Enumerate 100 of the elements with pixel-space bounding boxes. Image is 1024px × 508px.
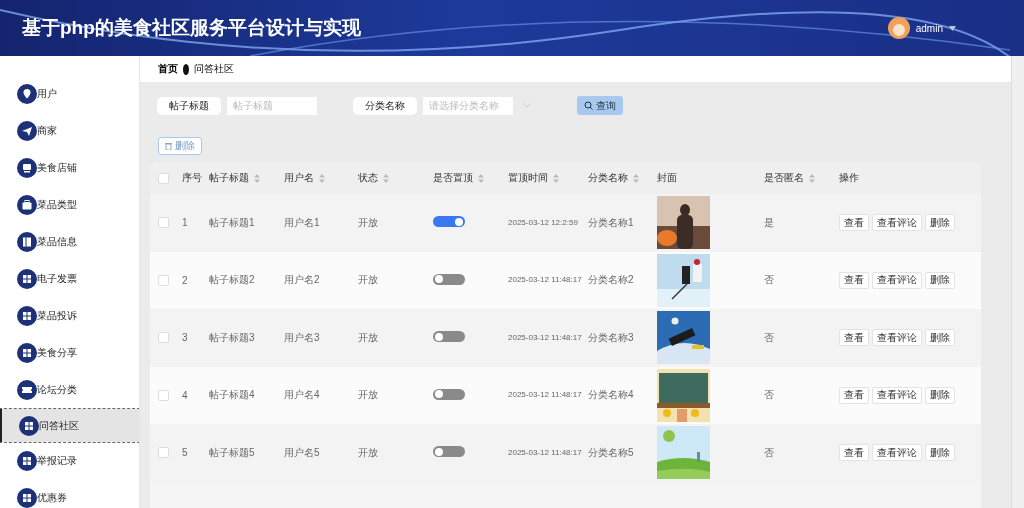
- table-cell-text: 5: [182, 447, 189, 459]
- input-field[interactable]: 帖子标题: [227, 96, 317, 115]
- location-icon: [17, 84, 37, 104]
- scrollbar[interactable]: [1011, 56, 1024, 508]
- action-button[interactable]: 删除: [925, 271, 955, 289]
- action-button[interactable]: 查看评论: [872, 214, 922, 232]
- checkbox[interactable]: [158, 389, 169, 401]
- sidebar-item[interactable]: 商家: [0, 121, 139, 141]
- sidebar-item[interactable]: 菜品类型: [0, 195, 139, 215]
- monitor-icon: [17, 158, 37, 178]
- user-name[interactable]: admin: [915, 22, 943, 34]
- column-header: 是否置顶: [433, 171, 473, 185]
- sidebar-item[interactable]: 问答社区: [0, 409, 139, 442]
- table-cell-text: 分类名称2: [588, 273, 635, 288]
- sidebar-item[interactable]: 用户: [0, 84, 139, 104]
- table-cell-text: 用户名4: [284, 388, 321, 403]
- breadcrumb-current: 问答社区: [194, 62, 234, 76]
- sort-icon[interactable]: [478, 173, 484, 183]
- sidebar-item[interactable]: 菜品投诉: [0, 306, 139, 326]
- action-button[interactable]: 查看: [839, 214, 869, 232]
- table-cell-text: 用户名5: [284, 445, 321, 460]
- sidebar-item[interactable]: 优惠券: [0, 488, 139, 508]
- table-cell-text: 帖子标题3: [209, 330, 256, 345]
- checkbox[interactable]: [158, 447, 169, 459]
- action-button[interactable]: 查看评论: [872, 271, 922, 289]
- caret-icon[interactable]: [949, 25, 956, 31]
- breadcrumb-link[interactable]: 首页: [158, 62, 178, 76]
- table-cell-text: 2: [182, 274, 189, 286]
- avatar-icon: [887, 17, 910, 39]
- sort-icon[interactable]: [809, 173, 815, 183]
- grid-icon: [19, 415, 39, 436]
- action-button[interactable]: 查看: [839, 386, 869, 404]
- search-button[interactable]: 查询: [577, 96, 623, 115]
- table-cell-text: 否: [764, 445, 775, 460]
- table-cell-text: 2025-03-12 11:48:17: [508, 274, 583, 287]
- sidebar-item[interactable]: 论坛分类: [0, 380, 139, 400]
- action-button[interactable]: 删除: [925, 444, 955, 462]
- sort-icon[interactable]: [383, 173, 389, 183]
- field-label[interactable]: 帖子标题: [157, 96, 221, 115]
- sort-icon[interactable]: [319, 173, 325, 183]
- action-button[interactable]: 查看评论: [872, 386, 922, 404]
- separator-icon: [183, 63, 189, 75]
- action-button[interactable]: 查看评论: [872, 329, 922, 347]
- ticket-icon: [17, 380, 37, 400]
- grid-icon: [17, 269, 37, 289]
- book-icon: [17, 232, 37, 252]
- checkbox[interactable]: [158, 274, 169, 286]
- chevron-icon[interactable]: [523, 103, 531, 108]
- column-header: 序号: [182, 171, 202, 185]
- sidebar-item[interactable]: 美食店铺: [0, 158, 139, 178]
- table-cell-text: 2025-03-12 11:48:17: [508, 331, 583, 344]
- toggle-switch[interactable]: [433, 273, 465, 285]
- table-cell-text: 否: [764, 330, 775, 345]
- grid-icon: [17, 306, 37, 326]
- app-title: 基于php的美食社区服务平台设计与实现: [22, 16, 361, 40]
- table-cell-text: 分类名称1: [588, 215, 635, 230]
- checkbox[interactable]: [158, 172, 169, 184]
- table-cell-text: 用户名1: [284, 215, 321, 230]
- table-cell-text: 分类名称3: [588, 330, 635, 345]
- sort-icon[interactable]: [553, 173, 559, 183]
- toggle-switch[interactable]: [433, 216, 465, 228]
- table-cell-text: 否: [764, 388, 775, 403]
- action-button[interactable]: 查看评论: [872, 444, 922, 462]
- sidebar-item[interactable]: 菜品信息: [0, 232, 139, 252]
- sidebar-item[interactable]: 电子发票: [0, 269, 139, 289]
- briefcase-icon: [17, 195, 37, 215]
- table-cell-text: 2025-03-12 12:2:59: [508, 216, 579, 229]
- field-label[interactable]: 分类名称: [353, 96, 417, 115]
- sidebar-item[interactable]: 美食分享: [0, 343, 139, 363]
- sort-icon[interactable]: [633, 173, 639, 183]
- checkbox[interactable]: [158, 217, 169, 229]
- table-cell-text: 帖子标题5: [209, 445, 256, 460]
- table-cell-text: 帖子标题1: [209, 215, 256, 230]
- table-cell-text: 否: [764, 273, 775, 288]
- column-header: 封面: [657, 171, 677, 185]
- table-cell-text: 2025-03-12 11:48:17: [508, 389, 583, 402]
- toggle-switch[interactable]: [433, 446, 465, 458]
- action-button[interactable]: 查看: [839, 329, 869, 347]
- toggle-switch[interactable]: [433, 388, 465, 400]
- grid-icon: [17, 451, 37, 471]
- table-cell-text: 开放: [358, 273, 379, 288]
- column-header: 状态: [358, 171, 378, 185]
- sidebar-item[interactable]: 举报记录: [0, 451, 139, 471]
- action-button[interactable]: 删除: [925, 214, 955, 232]
- column-header: 分类名称: [588, 171, 628, 185]
- action-button[interactable]: 查看: [839, 271, 869, 289]
- toggle-switch[interactable]: [433, 331, 465, 343]
- table-cell-text: 开放: [358, 215, 379, 230]
- table-cell-text: 1: [182, 217, 189, 229]
- column-header: 是否匿名: [764, 171, 804, 185]
- table-cell-text: 分类名称4: [588, 388, 635, 403]
- action-button[interactable]: 查看: [839, 444, 869, 462]
- sort-icon[interactable]: [254, 173, 260, 183]
- table-cell-text: 开放: [358, 445, 379, 460]
- table-cell-text: 是: [764, 215, 775, 230]
- checkbox[interactable]: [158, 332, 169, 344]
- action-button[interactable]: 删除: [925, 329, 955, 347]
- action-button[interactable]: 删除: [925, 386, 955, 404]
- table-cell-text: 2025-03-12 11:48:17: [508, 446, 583, 459]
- table-cell-text: 分类名称5: [588, 445, 635, 460]
